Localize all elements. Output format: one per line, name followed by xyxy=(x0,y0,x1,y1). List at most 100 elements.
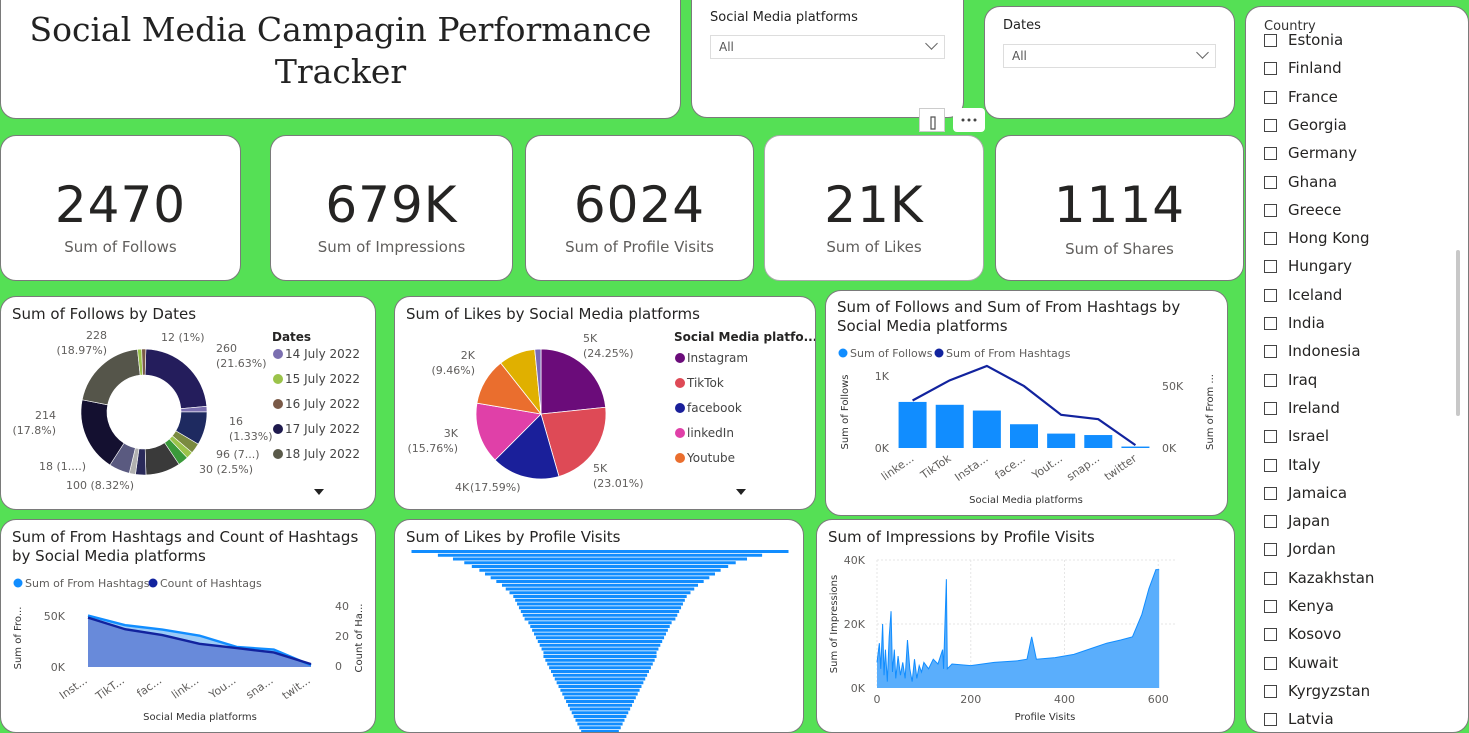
checkbox[interactable] xyxy=(1264,147,1277,161)
legend-marker xyxy=(675,428,685,438)
funnel-bar xyxy=(573,715,627,718)
legend-marker xyxy=(148,578,158,588)
checkbox[interactable] xyxy=(1264,600,1277,613)
country-name: Jamaica xyxy=(1288,483,1348,502)
donut-slice xyxy=(141,348,147,376)
checkbox[interactable] xyxy=(1264,628,1277,642)
checkbox[interactable] xyxy=(1264,543,1277,557)
checkbox[interactable] xyxy=(1264,345,1277,359)
checkbox[interactable] xyxy=(1264,175,1277,189)
axis-tick: 0K xyxy=(51,661,66,674)
legend-item: Sum of Follows xyxy=(850,347,933,360)
report-title: Social Media Campagin Performance Tracke… xyxy=(29,10,652,91)
funnel-bar xyxy=(569,707,631,711)
funnel-bar xyxy=(535,636,665,640)
country-name: Kuwait xyxy=(1288,653,1339,672)
checkbox[interactable] xyxy=(1264,288,1277,302)
filter-icon[interactable] xyxy=(919,108,945,132)
x-tick-label: linke... xyxy=(879,452,916,483)
checkbox[interactable] xyxy=(1264,486,1277,500)
follows-hashtags-combo-chart[interactable]: Sum of Follows and Sum of From Hashtags … xyxy=(825,290,1228,516)
country-slicer: Country Estonia Finland France Georgia Germa… xyxy=(1245,6,1469,733)
data-label: 5K xyxy=(583,332,598,345)
checkbox[interactable] xyxy=(1264,62,1277,76)
kpi-value: 2470 xyxy=(54,176,187,234)
country-name: Georgia xyxy=(1288,115,1347,134)
funnel-bar xyxy=(524,617,676,621)
funnel-bar xyxy=(537,640,663,643)
data-label: 100 (8.32%) xyxy=(66,479,134,492)
checkbox[interactable] xyxy=(1264,656,1277,670)
axis-tick: 0K xyxy=(875,442,890,455)
data-label: (15.76%) xyxy=(407,442,458,455)
x-tick-label: TikT... xyxy=(93,674,127,703)
checkbox[interactable] xyxy=(1264,34,1277,47)
data-label: (17.59%) xyxy=(470,481,521,494)
checkbox[interactable] xyxy=(1264,232,1277,246)
combo-chart-svg: Sum of Follows Sum of From Hashtags 1K 0K 50… xyxy=(838,347,1216,506)
legend-title: Dates xyxy=(272,330,311,344)
checkbox[interactable] xyxy=(1264,373,1277,387)
likes-by-platform-chart[interactable]: Sum of Likes by Social Media platforms 5… xyxy=(394,296,816,510)
checkbox[interactable] xyxy=(1264,458,1277,472)
x-tick-label: twit... xyxy=(280,674,313,703)
checkbox[interactable] xyxy=(1264,713,1277,727)
checkbox[interactable] xyxy=(1264,430,1277,444)
checkbox[interactable] xyxy=(1264,317,1277,330)
checkbox[interactable] xyxy=(1264,118,1277,132)
more-options-icon[interactable] xyxy=(953,108,985,132)
impressions-by-profile-visits-chart[interactable]: Sum of Impressions by Profile Visits 40K… xyxy=(816,519,1235,733)
funnel-bar xyxy=(564,696,636,700)
data-label: 5K xyxy=(593,462,608,475)
kpi-impressions[interactable]: 679K Sum of Impressions xyxy=(270,135,513,281)
legend-item: Sum of From Hashtags xyxy=(25,577,150,590)
legend-marker xyxy=(273,424,283,434)
country-name: Kosovo xyxy=(1288,625,1342,644)
country-name: Iraq xyxy=(1288,370,1318,389)
kpi-label: Sum of Impressions xyxy=(317,238,466,256)
kpi-label: Sum of Follows xyxy=(64,238,177,256)
kpi-profile-visits[interactable]: 6024 Sum of Profile Visits xyxy=(525,135,754,281)
country-name: Indonesia xyxy=(1288,342,1361,361)
checkbox[interactable] xyxy=(1264,571,1277,585)
dates-dropdown[interactable]: All xyxy=(1003,44,1216,68)
x-tick-label: fac... xyxy=(134,674,164,700)
checkbox[interactable] xyxy=(1264,90,1277,104)
likes-by-profile-visits-chart[interactable]: Sum of Likes by Profile Visits xyxy=(394,519,804,733)
funnel-bar xyxy=(547,662,653,666)
funnel-bar xyxy=(471,565,729,568)
data-label: (9.46%) xyxy=(431,364,475,377)
platform-dropdown-value: All xyxy=(719,40,734,54)
kpi-follows[interactable]: 2470 Sum of Follows xyxy=(0,135,241,281)
legend-title: Social Media platfo... xyxy=(674,330,816,344)
funnel-bar xyxy=(556,681,644,685)
x-tick-label: Yout... xyxy=(1029,452,1065,483)
country-name: Germany xyxy=(1288,144,1357,163)
checkbox[interactable] xyxy=(1264,515,1277,529)
platform-dropdown[interactable]: All xyxy=(710,35,945,59)
funnel-bar xyxy=(485,572,715,576)
legend-item: facebook xyxy=(687,401,742,415)
country-name: Kazakhstan xyxy=(1288,568,1375,587)
data-label: (17.8%) xyxy=(12,424,56,437)
legend-marker xyxy=(273,399,283,409)
funnel-bar xyxy=(479,568,721,572)
checkbox[interactable] xyxy=(1264,401,1277,415)
country-name: Italy xyxy=(1288,455,1321,474)
data-label: (23.01%) xyxy=(593,477,644,490)
legend-item: 14 July 2022 xyxy=(285,347,360,361)
checkbox[interactable] xyxy=(1264,260,1277,274)
country-name: Jordan xyxy=(1288,540,1336,559)
kpi-likes[interactable]: 21K Sum of Likes xyxy=(764,135,984,281)
kpi-shares[interactable]: 1114 Sum of Shares xyxy=(995,135,1244,281)
data-label: (21.63%) xyxy=(216,357,267,370)
checkbox[interactable] xyxy=(1264,203,1277,217)
hashtags-area-chart[interactable]: Sum of From Hashtags and Count of Hashta… xyxy=(0,519,376,733)
bar xyxy=(1084,435,1113,448)
checkbox[interactable] xyxy=(1264,684,1277,698)
area-chart-svg: Sum of From Hashtags Count of Hashtags 50K… xyxy=(13,577,365,723)
scrollbar-thumb[interactable] xyxy=(1456,250,1460,416)
follows-by-dates-chart[interactable]: Sum of Follows by Dates 260 (21.63%) 16 (1.… xyxy=(0,296,376,510)
funnel-bar xyxy=(566,700,634,703)
funnel-bar xyxy=(464,561,736,565)
